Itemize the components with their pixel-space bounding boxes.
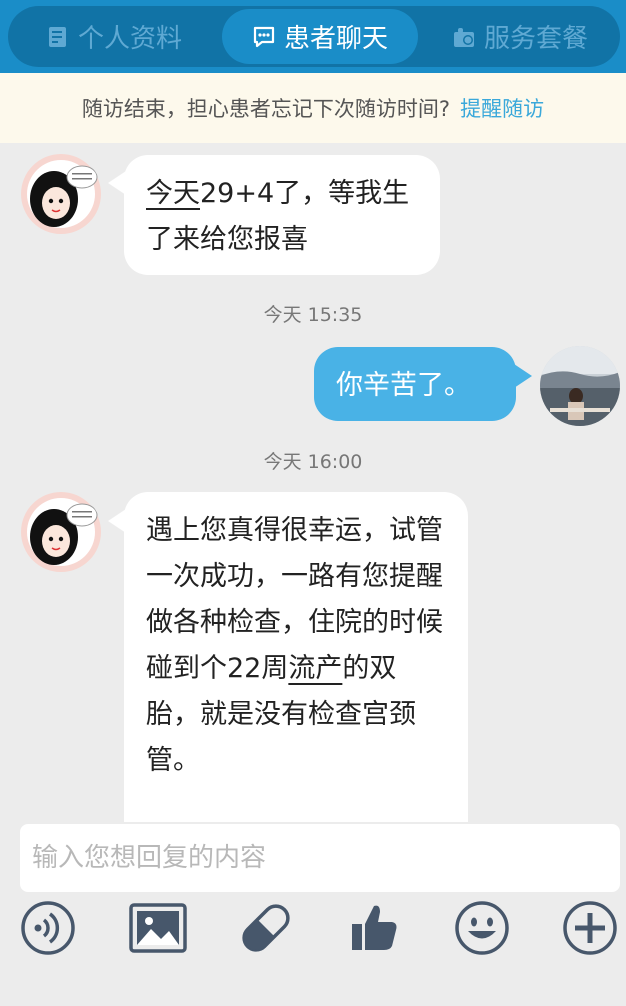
voice-icon[interactable] [18,898,78,958]
notice-text: 随访结束，担心患者忘记下次随访时间? [81,97,451,121]
tab-service-package[interactable]: 服务套餐 [426,9,614,64]
chat-bubble-icon [252,25,276,49]
thumbs-up-icon[interactable] [344,898,404,958]
doctor-avatar[interactable] [540,346,620,426]
tab-patient-chat-label: 患者聊天 [283,24,388,54]
patient-avatar[interactable] [20,491,102,573]
tab-profile[interactable]: 个人资料 [14,9,214,64]
follow-up-notice: 随访结束，担心患者忘记下次随访时间? 提醒随访 [0,73,626,143]
image-icon[interactable] [128,898,188,958]
message-text: 你辛苦了。 [336,370,471,401]
bubble-tail [514,364,532,388]
tab-patient-chat[interactable]: 患者聊天 [222,9,418,64]
message-bubble-incoming[interactable]: 今天29+4了，等我生了来给您报喜 [124,155,440,275]
smiley-icon[interactable] [452,898,512,958]
tab-service-package-label: 服务套餐 [483,24,588,54]
message-bubble-incoming[interactable]: 遇上您真得很幸运，试管一次成功，一路有您提醒做各种检查，住院的时候碰到个22周流… [124,492,468,852]
reply-input[interactable] [20,824,620,892]
pill-icon[interactable] [236,898,296,958]
composer [0,822,626,1006]
top-tab-bar: 个人资料 患者聊天 服务套餐 [0,0,626,73]
message-text: 流产 [288,653,343,684]
add-icon[interactable] [560,898,620,958]
message-timestamp: 今天 16:00 [263,451,363,473]
remind-follow-up-link[interactable]: 提醒随访 [460,93,544,123]
message-text: 今天 [146,178,200,209]
message-bubble-outgoing[interactable]: 你辛苦了。 [314,347,516,421]
tab-switcher: 个人资料 患者聊天 服务套餐 [8,6,620,67]
profile-doc-icon [46,25,70,49]
tab-profile-label: 个人资料 [77,24,182,54]
patient-avatar[interactable] [20,153,102,235]
gift-package-icon [452,25,476,49]
message-timestamp: 今天 15:35 [263,304,363,326]
